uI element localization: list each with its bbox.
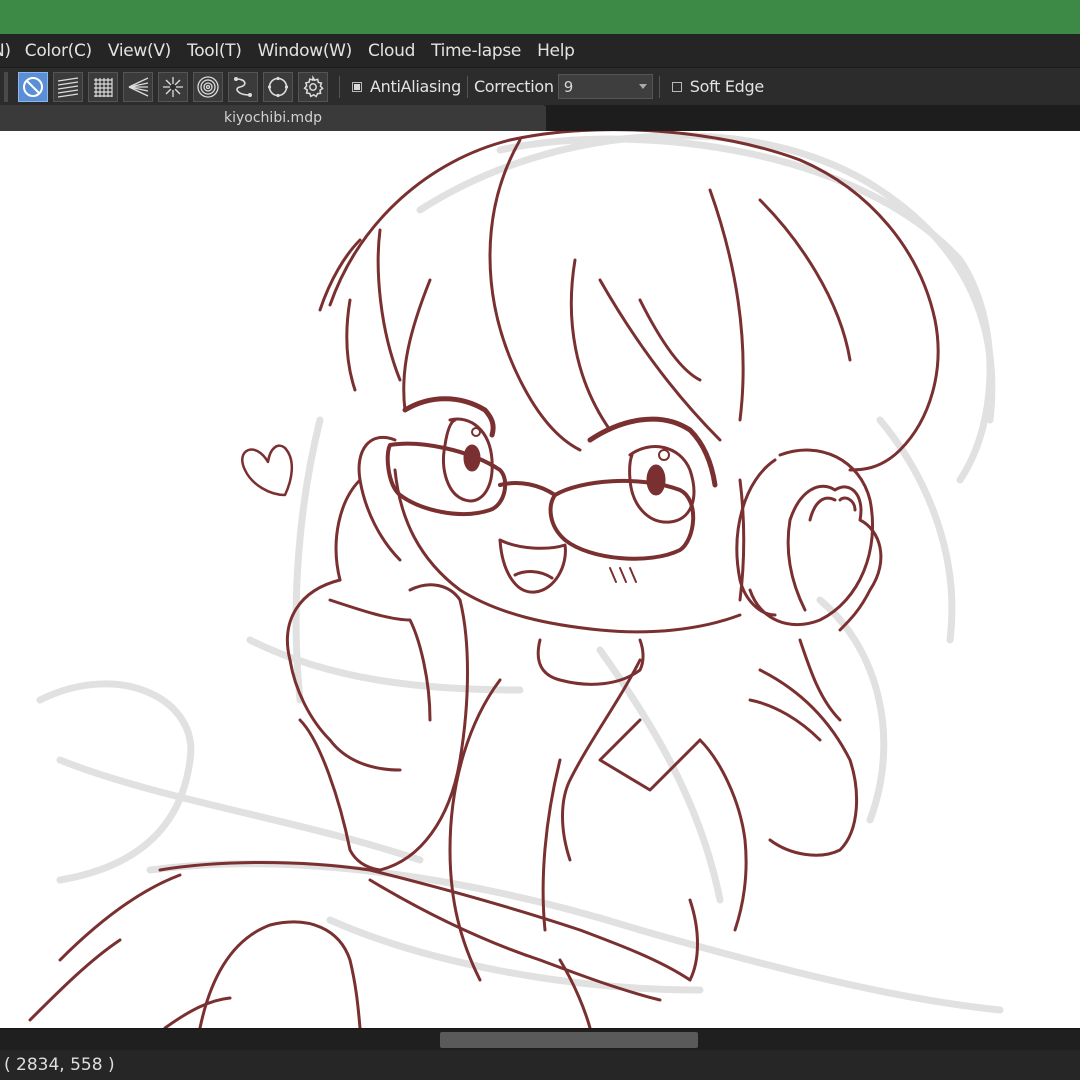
menu-item-partial[interactable]: N) xyxy=(0,41,11,61)
status-bar: ( 2834, 558 ) xyxy=(0,1050,1080,1080)
parallel-ruler-icon xyxy=(57,76,79,98)
soft-edge-label: Soft Edge xyxy=(689,77,765,96)
concentric-ruler-button[interactable] xyxy=(193,71,223,102)
soft-edge-checkbox[interactable] xyxy=(671,81,682,92)
vanishing-point-ruler-button[interactable] xyxy=(123,71,153,102)
ruler-settings-button[interactable] xyxy=(298,71,328,102)
menu-item-color[interactable]: Color(C) xyxy=(25,41,92,61)
menu-item-time-lapse[interactable]: Time-lapse xyxy=(431,41,521,61)
cross-ruler-icon xyxy=(94,77,113,97)
chevron-down-icon xyxy=(638,84,647,89)
antialiasing-label: AntiAliasing xyxy=(370,77,461,96)
document-tab[interactable]: kiyochibi.mdp xyxy=(0,105,546,131)
scrollbar-thumb[interactable] xyxy=(440,1032,698,1048)
menu-bar: N) Color(C) View(V) Tool(T) Window(W) Cl… xyxy=(0,34,1080,67)
gear-icon xyxy=(303,74,324,98)
toolbar-grip[interactable] xyxy=(4,71,8,102)
toolbar-divider xyxy=(658,75,660,98)
ellipse-ruler-icon xyxy=(267,76,289,97)
menu-item-view[interactable]: View(V) xyxy=(108,41,171,61)
ruler-off-button[interactable] xyxy=(18,71,48,102)
cursor-coordinates: ( 2834, 558 ) xyxy=(4,1055,115,1075)
parallel-ruler-button[interactable] xyxy=(53,71,83,102)
correction-label: Correction xyxy=(473,77,554,96)
antialiasing-checkbox[interactable] xyxy=(352,81,362,92)
menu-item-help[interactable]: Help xyxy=(537,41,575,61)
ruler-off-icon xyxy=(23,76,43,97)
curve-ruler-button[interactable] xyxy=(228,71,258,102)
window-title-bar xyxy=(0,0,1080,34)
horizontal-scrollbar[interactable] xyxy=(0,1028,1080,1051)
curve-ruler-icon xyxy=(234,76,252,97)
radial-ruler-button[interactable] xyxy=(158,71,188,102)
ruler-toolbar: AntiAliasing Correction 9 Soft Edge xyxy=(0,67,1080,106)
ellipse-ruler-button[interactable] xyxy=(263,71,293,102)
correction-value: 9 xyxy=(563,77,574,96)
cross-ruler-button[interactable] xyxy=(88,71,118,102)
drawing-canvas[interactable] xyxy=(0,131,1080,1028)
sketch-artwork xyxy=(28,131,1004,1028)
menu-item-cloud[interactable]: Cloud xyxy=(368,41,415,61)
ink-line-layer xyxy=(28,131,940,1028)
vanishing-point-ruler-icon xyxy=(128,76,149,97)
toolbar-divider xyxy=(466,75,468,98)
menu-item-window[interactable]: Window(W) xyxy=(258,41,353,61)
radial-ruler-icon xyxy=(163,76,183,97)
menu-item-tool[interactable]: Tool(T) xyxy=(187,41,242,61)
concentric-ruler-icon xyxy=(197,75,219,98)
document-tab-strip: kiyochibi.mdp xyxy=(0,105,1080,131)
correction-dropdown[interactable]: 9 xyxy=(557,74,653,99)
toolbar-divider xyxy=(339,75,340,98)
